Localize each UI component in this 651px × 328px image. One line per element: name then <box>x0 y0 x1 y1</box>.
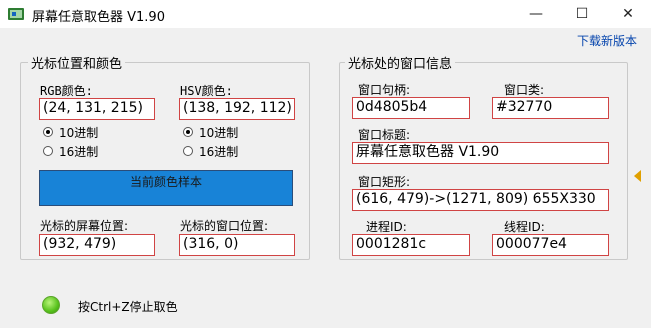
stop-picking-hint: 按Ctrl+Z停止取色 <box>78 300 178 314</box>
minimize-button[interactable]: — <box>513 0 559 28</box>
window-rect-label: 窗口矩形: <box>358 175 411 189</box>
screen-position-label: 光标的屏幕位置: <box>40 219 129 233</box>
hsv-hex-label: 16进制 <box>199 145 239 159</box>
thread-id-field[interactable]: 000077e4 <box>492 234 609 256</box>
window-position-label: 光标的窗口位置: <box>180 219 269 233</box>
hsv-decimal-label: 10进制 <box>199 126 239 140</box>
app-icon <box>8 8 24 20</box>
rgb-label: RGB颜色: <box>40 84 93 98</box>
rgb-decimal-radio[interactable] <box>43 127 53 137</box>
window-info-legend: 光标处的窗口信息 <box>345 53 456 72</box>
hsv-value-field[interactable]: (138, 192, 112) <box>179 98 295 120</box>
hsv-hex-radio[interactable] <box>183 146 193 156</box>
close-button[interactable]: ✕ <box>605 0 651 28</box>
cursor-position-color-legend: 光标位置和颜色 <box>28 53 126 72</box>
window-handle-field[interactable]: 0d4805b4 <box>352 97 470 119</box>
rgb-decimal-label: 10进制 <box>59 126 99 140</box>
window-title-field[interactable]: 屏幕任意取色器 V1.90 <box>352 142 609 164</box>
maximize-button[interactable]: ☐ <box>559 0 605 28</box>
window-rect-field[interactable]: (616, 479)->(1271, 809) 655X330 <box>352 189 609 211</box>
status-indicator-icon <box>42 296 60 314</box>
rgb-hex-label: 16进制 <box>59 145 99 159</box>
thread-id-label: 线程ID: <box>504 220 545 234</box>
rgb-hex-radio[interactable] <box>43 146 53 156</box>
download-new-version-link[interactable]: 下载新版本 <box>577 32 637 49</box>
window-position-field[interactable]: (316, 0) <box>179 234 295 256</box>
window-title-label: 窗口标题: <box>358 128 411 142</box>
hsv-decimal-radio[interactable] <box>183 127 193 137</box>
process-id-label: 进程ID: <box>366 220 407 234</box>
expand-arrow-icon[interactable] <box>634 170 641 182</box>
window-title: 屏幕任意取色器 V1.90 <box>32 10 165 25</box>
current-color-sample: 当前颜色样本 <box>39 170 293 206</box>
process-id-field[interactable]: 0001281c <box>352 234 470 256</box>
hsv-label: HSV颜色: <box>180 84 233 98</box>
window-class-field[interactable]: #32770 <box>492 97 609 119</box>
screen-position-field[interactable]: (932, 479) <box>39 234 155 256</box>
window-handle-label: 窗口句柄: <box>358 83 411 97</box>
rgb-value-field[interactable]: (24, 131, 215) <box>39 98 155 120</box>
window-class-label: 窗口类: <box>504 83 545 97</box>
